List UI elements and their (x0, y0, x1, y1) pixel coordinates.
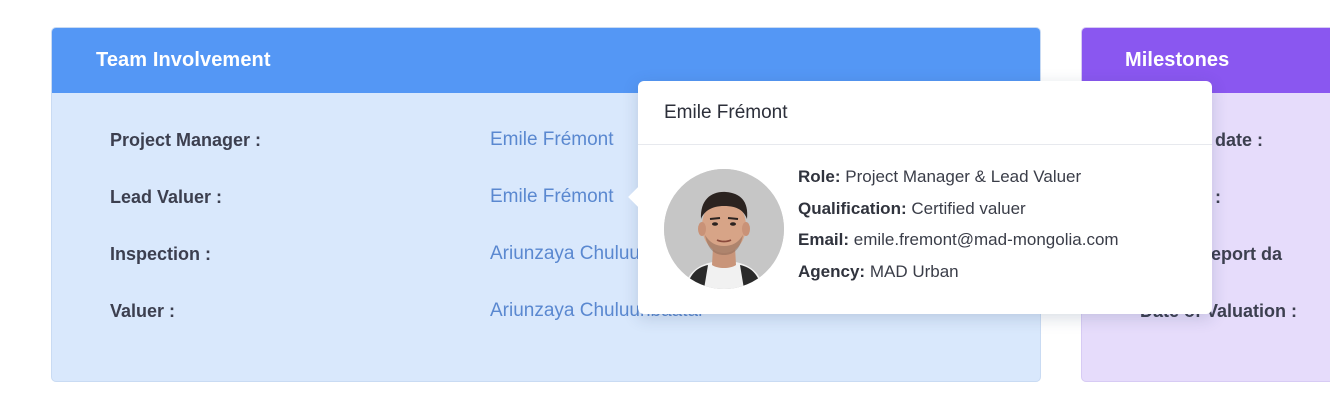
page: Team Involvement Project Manager : Emile… (0, 0, 1330, 408)
person-popover: Emile Frémont Role: Project Manager & Le… (628, 81, 1212, 314)
lead-valuer-label: Lead Valuer : (110, 187, 223, 207)
role-key: Role: (798, 167, 841, 186)
qualification-line: Qualification: Certified valuer (798, 197, 1119, 229)
popover-title: Emile Frémont (638, 81, 1212, 145)
popover-info: Role: Project Manager & Lead Valuer Qual… (798, 165, 1119, 291)
role-value: Project Manager & Lead Valuer (845, 167, 1082, 186)
agency-line: Agency: MAD Urban (798, 260, 1119, 292)
lead-valuer-link[interactable]: Emile Frémont (490, 186, 614, 208)
team-involvement-title: Team Involvement (96, 49, 271, 71)
valuer-label: Valuer : (110, 301, 176, 321)
role-line: Role: Project Manager & Lead Valuer (798, 165, 1119, 197)
inspection-label: Inspection : (110, 244, 212, 264)
email-value: emile.fremont@mad-mongolia.com (853, 230, 1119, 249)
email-key: Email: (798, 230, 850, 249)
agency-value: MAD Urban (869, 261, 959, 281)
agency-key: Agency: (798, 261, 866, 281)
milestones-title: Milestones (1125, 49, 1230, 71)
email-line: Email: emile.fremont@mad-mongolia.com (798, 228, 1119, 260)
project-manager-label: Project Manager : (110, 130, 262, 150)
qualification-value: Certified valuer (911, 198, 1026, 218)
qualification-key: Qualification: (798, 198, 907, 218)
project-manager-link[interactable]: Emile Frémont (490, 129, 614, 151)
avatar (664, 169, 784, 289)
person-photo-icon (664, 169, 784, 289)
